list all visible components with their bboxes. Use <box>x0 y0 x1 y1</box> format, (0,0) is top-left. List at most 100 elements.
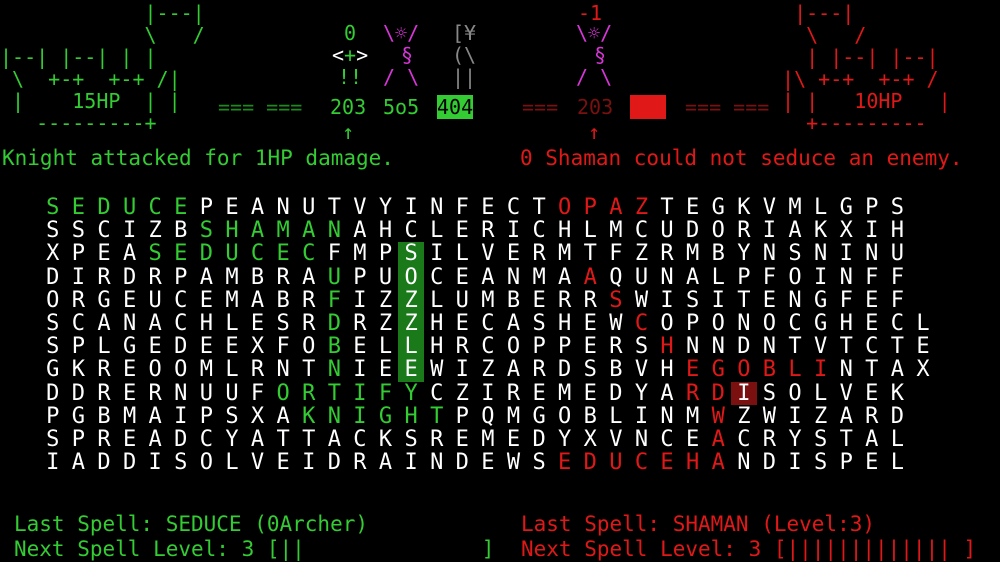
grid-cell[interactable]: N <box>270 195 296 220</box>
grid-cell[interactable]: I <box>117 218 143 243</box>
grid-cell[interactable]: C <box>629 450 655 475</box>
grid-cell[interactable]: P <box>859 195 885 220</box>
grid-cell[interactable]: Y <box>731 241 757 266</box>
grid-cell[interactable]: T <box>270 427 296 452</box>
grid-cell[interactable]: M <box>270 218 296 243</box>
grid-cell[interactable]: S <box>398 241 424 266</box>
grid-cell[interactable]: G <box>40 357 66 382</box>
grid-cell[interactable]: W <box>757 404 783 429</box>
grid-cell[interactable]: R <box>859 404 885 429</box>
grid-cell[interactable]: I <box>757 218 783 243</box>
grid-cell[interactable]: S <box>808 427 834 452</box>
grid-cell[interactable]: D <box>194 241 220 266</box>
grid-cell[interactable]: L <box>808 195 834 220</box>
grid-cell[interactable]: E <box>142 334 168 359</box>
grid-cell[interactable]: S <box>680 288 706 313</box>
grid-cell[interactable]: Y <box>373 195 399 220</box>
grid-cell[interactable]: T <box>731 288 757 313</box>
grid-cell[interactable]: K <box>808 218 834 243</box>
grid-cell[interactable]: Z <box>629 241 655 266</box>
grid-cell[interactable]: X <box>245 334 271 359</box>
grid-cell[interactable]: P <box>168 265 194 290</box>
grid-cell[interactable]: U <box>629 265 655 290</box>
grid-cell[interactable]: S <box>270 311 296 336</box>
grid-cell[interactable]: R <box>552 288 578 313</box>
grid-cell[interactable]: E <box>552 450 578 475</box>
grid-cell[interactable]: N <box>501 265 527 290</box>
grid-cell[interactable]: E <box>347 334 373 359</box>
grid-cell[interactable]: P <box>194 404 220 429</box>
grid-cell[interactable]: A <box>91 311 117 336</box>
grid-cell[interactable]: A <box>142 404 168 429</box>
grid-cell[interactable]: M <box>194 357 220 382</box>
grid-cell[interactable]: O <box>142 357 168 382</box>
grid-cell[interactable]: D <box>757 450 783 475</box>
grid-cell[interactable]: O <box>705 218 731 243</box>
grid-cell[interactable]: Y <box>398 381 424 406</box>
grid-cell[interactable]: O <box>398 265 424 290</box>
grid-cell[interactable]: A <box>245 427 271 452</box>
grid-cell[interactable]: N <box>322 218 348 243</box>
grid-cell[interactable]: M <box>347 241 373 266</box>
grid-cell[interactable]: E <box>475 195 501 220</box>
grid-cell[interactable]: S <box>398 427 424 452</box>
grid-cell[interactable]: D <box>91 195 117 220</box>
grid-cell[interactable]: Q <box>603 265 629 290</box>
grid-cell[interactable]: D <box>680 218 706 243</box>
grid-cell[interactable]: A <box>270 404 296 429</box>
grid-cell[interactable]: I <box>629 404 655 429</box>
grid-cell[interactable]: E <box>475 450 501 475</box>
grid-cell[interactable]: M <box>552 241 578 266</box>
grid-cell[interactable]: F <box>245 381 271 406</box>
grid-cell[interactable]: X <box>245 404 271 429</box>
grid-cell[interactable]: P <box>552 334 578 359</box>
grid-cell[interactable]: T <box>859 357 885 382</box>
grid-cell[interactable]: V <box>808 334 834 359</box>
grid-cell[interactable]: B <box>168 218 194 243</box>
grid-cell[interactable]: V <box>475 241 501 266</box>
grid-cell[interactable]: Y <box>219 427 245 452</box>
grid-cell[interactable]: T <box>833 334 859 359</box>
grid-cell[interactable]: A <box>885 357 911 382</box>
grid-cell[interactable]: O <box>552 195 578 220</box>
grid-cell[interactable]: B <box>705 241 731 266</box>
grid-cell[interactable]: F <box>373 381 399 406</box>
grid-cell[interactable]: K <box>731 195 757 220</box>
grid-cell[interactable]: B <box>322 334 348 359</box>
grid-cell[interactable]: I <box>142 450 168 475</box>
grid-cell[interactable]: E <box>654 450 680 475</box>
grid-cell[interactable]: C <box>296 241 322 266</box>
grid-cell[interactable]: E <box>168 241 194 266</box>
grid-cell[interactable]: C <box>475 334 501 359</box>
grid-cell[interactable]: P <box>347 265 373 290</box>
grid-cell[interactable]: H <box>654 357 680 382</box>
grid-cell[interactable]: U <box>194 381 220 406</box>
grid-cell[interactable]: Z <box>142 218 168 243</box>
grid-cell[interactable]: E <box>91 241 117 266</box>
grid-cell[interactable]: O <box>705 311 731 336</box>
grid-cell[interactable]: C <box>859 334 885 359</box>
grid-cell[interactable]: H <box>424 311 450 336</box>
grid-cell[interactable]: G <box>808 311 834 336</box>
grid-cell[interactable]: I <box>398 195 424 220</box>
grid-cell[interactable]: F <box>885 288 911 313</box>
grid-cell[interactable]: C <box>66 311 92 336</box>
grid-cell[interactable]: I <box>782 450 808 475</box>
grid-cell[interactable]: M <box>603 218 629 243</box>
grid-cell[interactable]: V <box>629 357 655 382</box>
grid-cell[interactable]: E <box>194 288 220 313</box>
grid-cell[interactable]: Z <box>808 404 834 429</box>
grid-cell[interactable]: V <box>347 195 373 220</box>
grid-cell[interactable]: C <box>654 427 680 452</box>
grid-cell[interactable]: A <box>475 265 501 290</box>
grid-cell[interactable]: D <box>40 265 66 290</box>
grid-cell[interactable]: S <box>219 404 245 429</box>
grid-cell[interactable]: C <box>885 311 911 336</box>
grid-cell[interactable]: L <box>808 381 834 406</box>
grid-cell[interactable]: D <box>577 450 603 475</box>
grid-cell[interactable]: S <box>577 357 603 382</box>
grid-cell[interactable]: R <box>526 241 552 266</box>
grid-cell[interactable]: K <box>885 381 911 406</box>
grid-cell[interactable]: O <box>757 311 783 336</box>
grid-cell[interactable]: G <box>808 288 834 313</box>
